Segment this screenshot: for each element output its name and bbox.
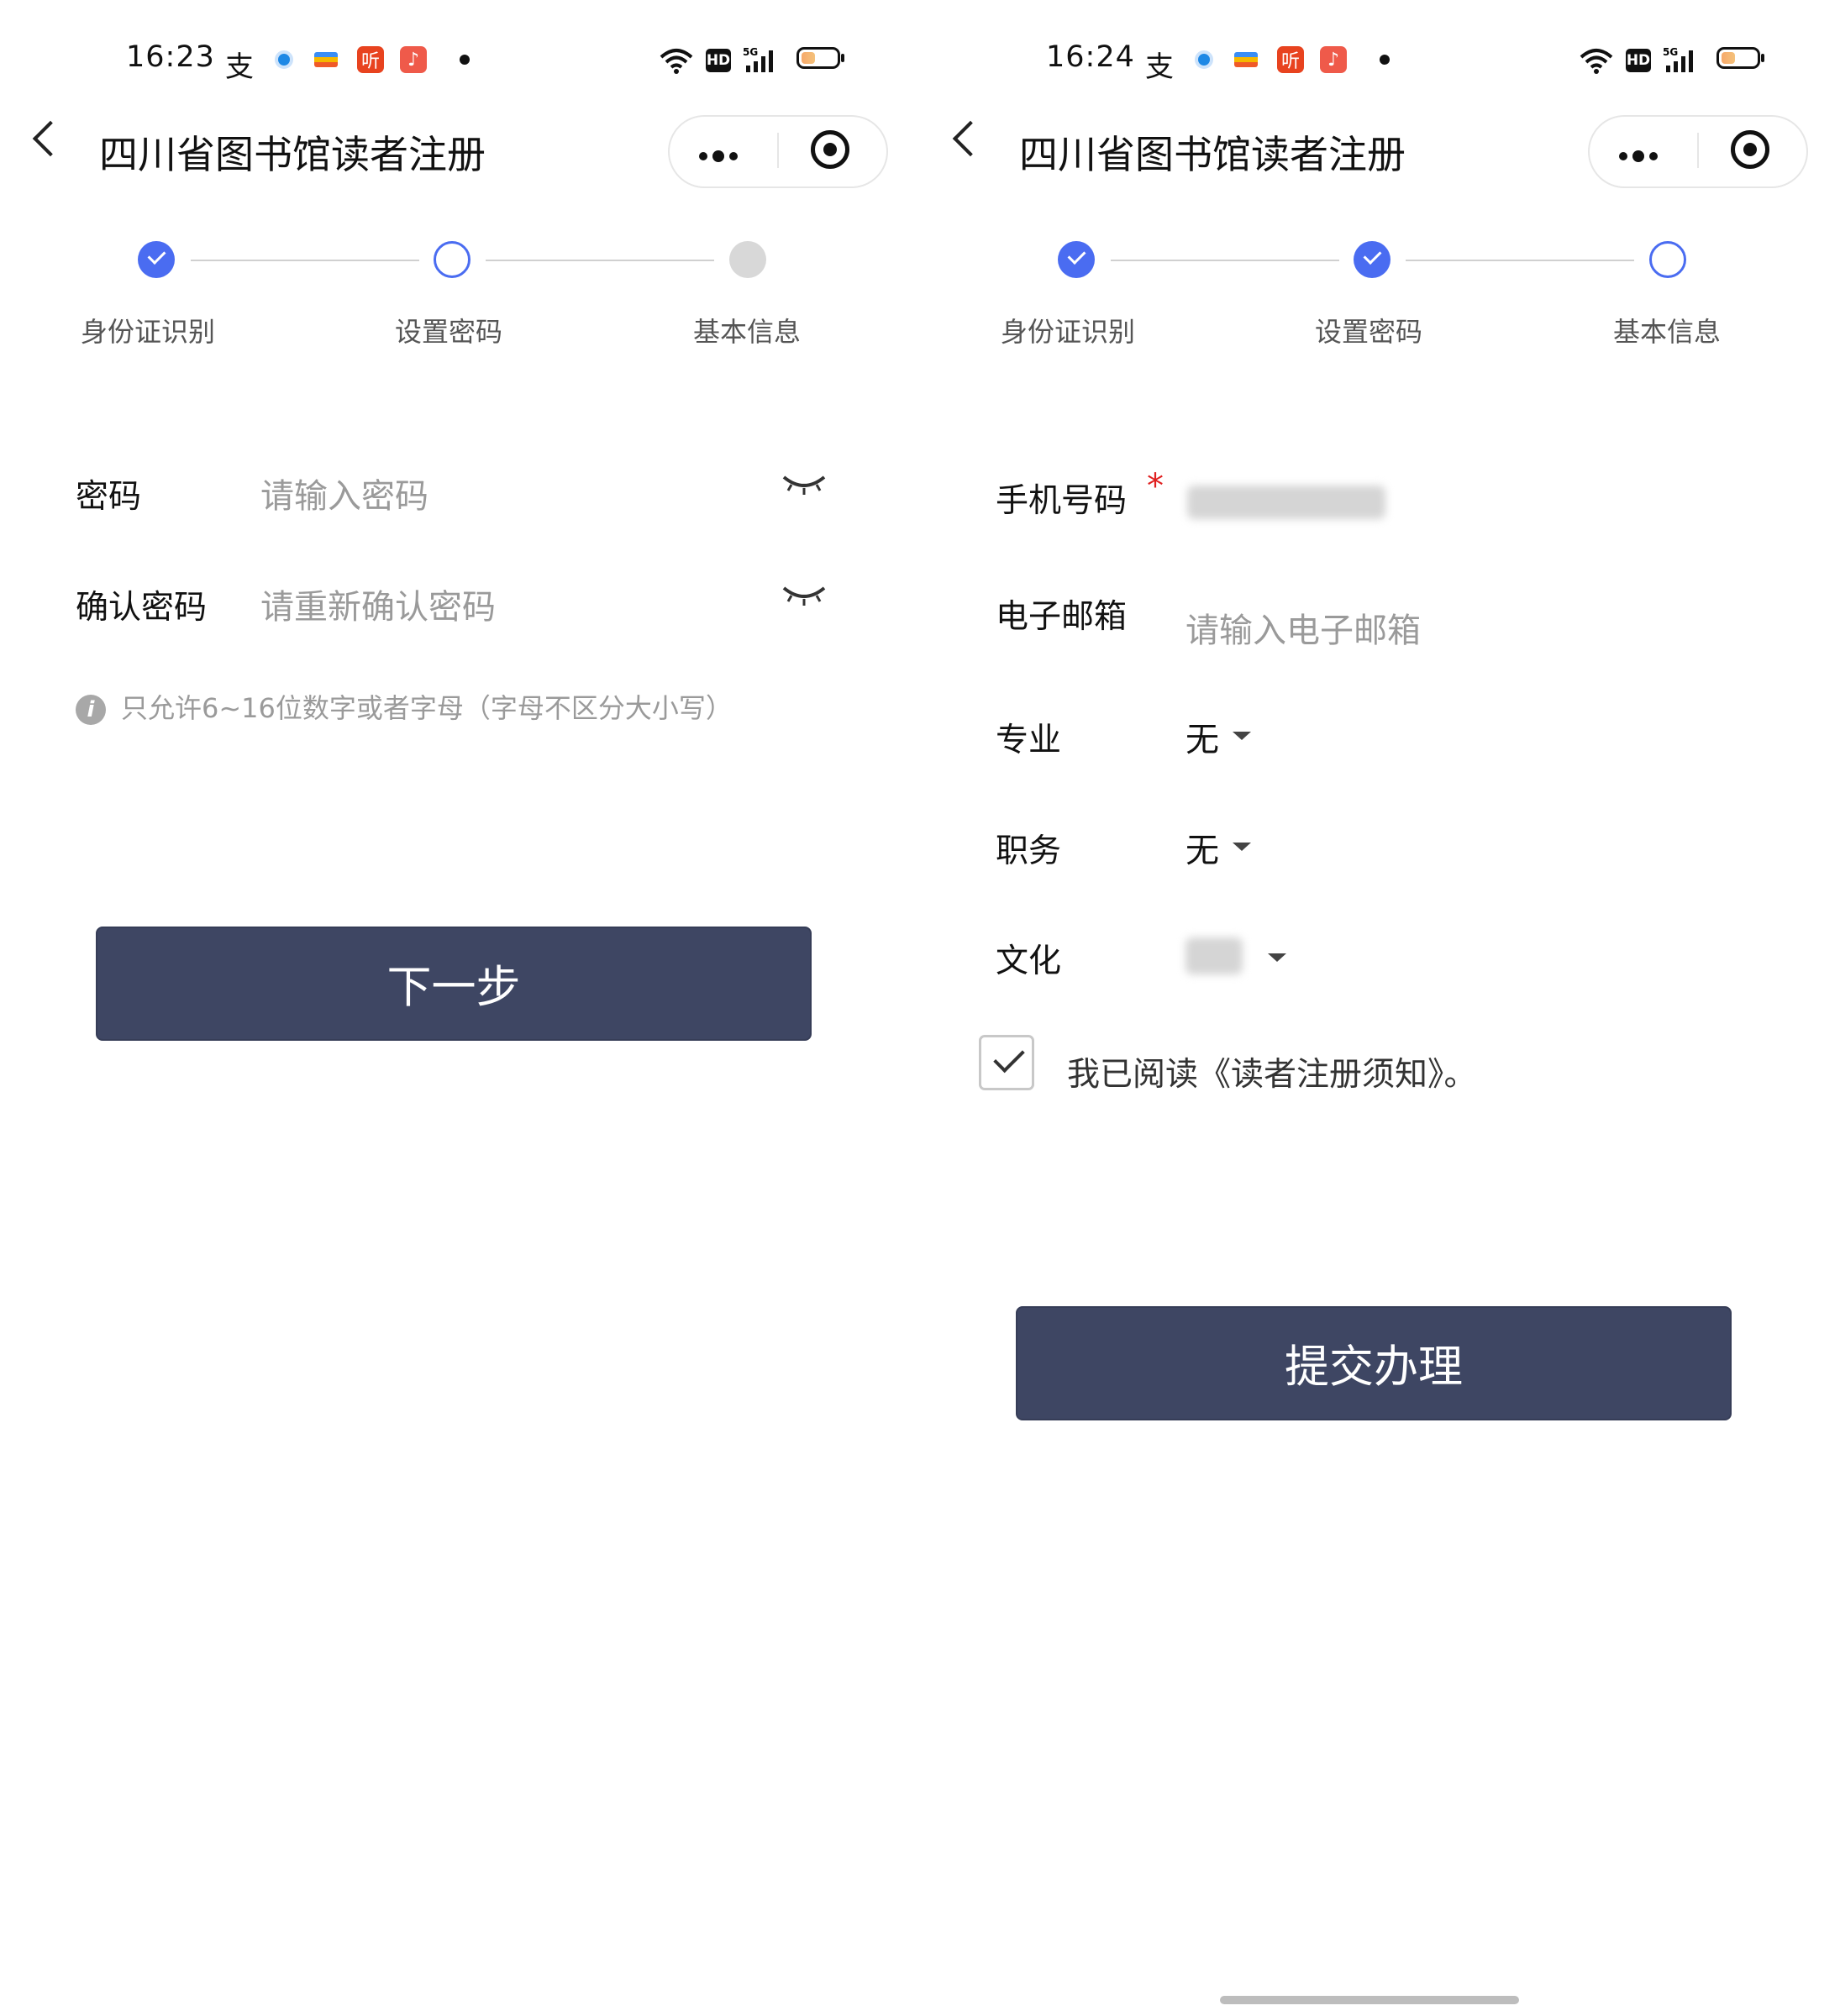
step-connector: [486, 260, 714, 261]
step-1-done-icon: [138, 241, 175, 278]
wifi-icon: [1578, 47, 1615, 77]
app-notification-icon: [1191, 46, 1217, 73]
confirm-password-input[interactable]: 请重新确认密码: [260, 580, 731, 628]
page-title: 四川省图书馆读者注册: [99, 132, 486, 177]
step-3-current-icon: [1649, 241, 1686, 278]
info-icon: i: [76, 695, 106, 725]
eye-closed-icon[interactable]: [781, 583, 827, 612]
app-notification-icon: [271, 46, 297, 73]
signal-5g-icon: 5G: [1663, 45, 1703, 77]
email-input[interactable]: 请输入电子邮箱: [1185, 603, 1706, 652]
svg-text:5G: 5G: [743, 46, 758, 58]
step-label: 基本信息: [1612, 316, 1721, 348]
more-options-icon[interactable]: [699, 148, 743, 164]
submit-button[interactable]: 提交办理: [1016, 1306, 1732, 1420]
more-notifications-dot: [1380, 55, 1390, 65]
more-options-icon[interactable]: [1619, 148, 1663, 164]
home-indicator[interactable]: [1220, 1996, 1519, 2004]
step-2-current-icon: [434, 241, 471, 278]
close-mini-program-icon[interactable]: [1731, 130, 1769, 169]
more-notifications-dot: [460, 55, 470, 65]
step-label: 身份证识别: [80, 316, 215, 348]
status-time: 16:23: [126, 40, 215, 74]
email-label: 电子邮箱: [996, 598, 1128, 636]
step-2-done-icon: [1354, 241, 1391, 278]
music-app-icon: ♪: [400, 46, 427, 73]
hd-icon: HD: [1626, 49, 1651, 72]
education-value-redacted[interactable]: [1185, 937, 1243, 974]
agreement-text[interactable]: 我已阅读《读者注册须知》。: [1067, 1048, 1477, 1095]
back-button[interactable]: [952, 120, 989, 157]
phone-label: 手机号码: [996, 482, 1128, 520]
dropdown-caret-icon[interactable]: [1268, 953, 1286, 962]
battery-icon: [1716, 47, 1764, 69]
alipay-icon: 支: [225, 50, 254, 84]
basic-info-step-screen: 16:24 支 听 ♪ HD 5G 四川省图书馆读者注册 身份证识别 设置密码 …: [920, 0, 1840, 2016]
major-label: 专业: [996, 722, 1062, 759]
password-label: 密码: [76, 478, 142, 516]
step-label: 设置密码: [1314, 316, 1422, 348]
capsule-divider: [1697, 133, 1699, 168]
position-select-value[interactable]: 无: [1185, 823, 1219, 872]
step-label: 基本信息: [692, 316, 801, 348]
confirm-password-label: 确认密码: [76, 589, 208, 627]
next-button[interactable]: 下一步: [96, 927, 812, 1041]
step-3-pending-icon: [729, 241, 766, 278]
education-label: 文化: [996, 942, 1062, 980]
step-connector: [1111, 260, 1339, 261]
password-step-screen: 16:23 支 听 ♪ HD 5G 四川省图书馆读者注册 身份证识别 设置密码 …: [0, 0, 920, 2016]
hd-icon: HD: [706, 49, 731, 72]
agreement-checkbox[interactable]: [979, 1035, 1034, 1090]
back-button[interactable]: [32, 120, 69, 157]
dropdown-caret-icon[interactable]: [1233, 843, 1251, 851]
listen-app-icon: 听: [357, 46, 384, 73]
svg-text:5G: 5G: [1663, 46, 1678, 58]
alipay-icon: 支: [1145, 50, 1174, 84]
music-app-icon: ♪: [1320, 46, 1347, 73]
wifi-icon: [658, 47, 695, 77]
eye-closed-icon[interactable]: [781, 472, 827, 501]
wallet-notification-icon: [1233, 46, 1259, 73]
major-select-value[interactable]: 无: [1185, 712, 1219, 761]
signal-5g-icon: 5G: [743, 45, 783, 77]
step-connector: [1406, 260, 1634, 261]
dropdown-caret-icon[interactable]: [1233, 732, 1251, 740]
step-label: 设置密码: [394, 316, 502, 348]
capsule-divider: [777, 133, 779, 168]
close-mini-program-icon[interactable]: [811, 130, 849, 169]
wallet-notification-icon: [313, 46, 339, 73]
step-label: 身份证识别: [1000, 316, 1135, 348]
required-mark: *: [1147, 467, 1164, 506]
phone-value-redacted[interactable]: [1187, 486, 1385, 519]
step-1-done-icon: [1058, 241, 1095, 278]
page-title: 四川省图书馆读者注册: [1019, 132, 1406, 177]
password-input[interactable]: 请输入密码: [260, 469, 731, 517]
position-label: 职务: [996, 832, 1062, 870]
password-rule-hint: i 只允许6~16位数字或者字母（字母不区分大小写）: [76, 687, 733, 726]
status-time: 16:24: [1046, 40, 1135, 74]
battery-icon: [796, 47, 844, 69]
step-connector: [191, 260, 419, 261]
listen-app-icon: 听: [1277, 46, 1304, 73]
